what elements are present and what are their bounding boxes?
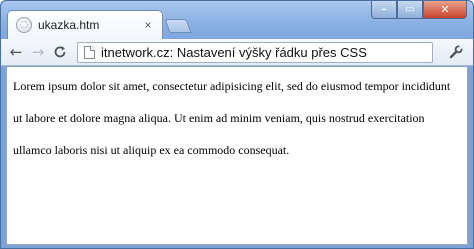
- wrench-menu-icon[interactable]: [447, 43, 465, 61]
- wrench-icon: [449, 45, 463, 59]
- tab-ukazka[interactable]: ◌ ukazka.htm ×: [7, 10, 163, 39]
- reload-icon: [54, 46, 66, 58]
- lorem-paragraph: Lorem ipsum dolor sit amet, consectetur …: [13, 79, 451, 157]
- close-window-button[interactable]: ✕: [423, 1, 467, 19]
- page-favicon-icon: ◌: [16, 17, 32, 33]
- tab-close-icon[interactable]: ×: [142, 18, 154, 32]
- browser-toolbar: ← → itnetwork.cz: Nastavení výšky řádku …: [1, 39, 473, 66]
- page-icon: [84, 45, 95, 59]
- new-tab-button[interactable]: [164, 19, 192, 33]
- forward-button[interactable]: →: [27, 41, 49, 63]
- maximize-button[interactable]: ▭: [397, 1, 423, 19]
- address-bar[interactable]: itnetwork.cz: Nastavení výšky řádku přes…: [77, 41, 433, 63]
- title-bar: ◌ ukazka.htm × – ▭ ✕: [1, 1, 473, 39]
- reload-button[interactable]: [49, 41, 71, 63]
- page-content: Lorem ipsum dolor sit amet, consectetur …: [6, 67, 468, 245]
- back-button[interactable]: ←: [5, 41, 27, 63]
- minimize-button[interactable]: –: [371, 1, 397, 19]
- browser-window: ◌ ukazka.htm × – ▭ ✕ ← → itnetwork.cz: N…: [0, 0, 474, 249]
- window-controls: – ▭ ✕: [371, 1, 467, 19]
- tab-title: ukazka.htm: [38, 18, 100, 32]
- address-url: itnetwork.cz: Nastavení výšky řádku přes…: [101, 44, 367, 60]
